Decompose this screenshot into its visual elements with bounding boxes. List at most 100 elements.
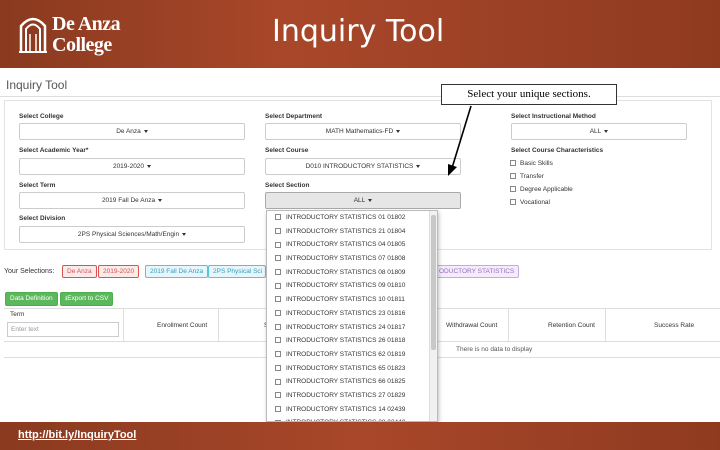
section-options: INTRODUCTORY STATISTICS 01 01802 INTRODUC… [267, 211, 437, 421]
section-option[interactable]: INTRODUCTORY STATISTICS 65 01823 [267, 362, 437, 376]
logo-line1: De Anza [52, 13, 121, 35]
dropdown-scrollbar[interactable] [429, 211, 437, 421]
scrollbar-thumb[interactable] [431, 215, 436, 350]
selection-chip-year[interactable]: 2019-2020 [98, 265, 140, 278]
division-select[interactable]: 2PS Physical Sciences/Math/Engin [19, 226, 245, 243]
section-option[interactable]: INTRODUCTORY STATISTICS 14 02439 [267, 403, 437, 417]
checkbox-icon[interactable] [275, 255, 281, 262]
section-option-label: INTRODUCTORY STATISTICS 24 01817 [286, 323, 406, 331]
checkbox-icon[interactable] [510, 160, 516, 167]
instructional-method-label: Select Instructional Method [511, 113, 596, 120]
checkbox-vocational[interactable]: Vocational [510, 199, 550, 206]
section-option-label: INTRODUCTORY STATISTICS 21 01804 [286, 227, 406, 235]
section-option-label: INTRODUCTORY STATISTICS 04 01805 [286, 241, 406, 249]
section-option[interactable]: INTRODUCTORY STATISTICS 09 01810 [267, 279, 437, 293]
column-divider [123, 309, 124, 341]
checkbox-icon[interactable] [510, 199, 516, 206]
selection-chip-term[interactable]: 2019 Fall De Anza [145, 265, 209, 278]
section-option-label: INTRODUCTORY STATISTICS 08 01809 [286, 268, 406, 276]
academic-year-select[interactable]: 2019-2020 [19, 158, 245, 175]
selection-chip-college[interactable]: De Anza [62, 265, 97, 278]
section-option[interactable]: INTRODUCTORY STATISTICS 26 01818 [267, 334, 437, 348]
checkbox-icon[interactable] [275, 405, 281, 412]
department-select[interactable]: MATH Mathematics-FD [265, 123, 461, 140]
instructional-method-select[interactable]: ALL [511, 123, 687, 140]
page-title: Inquiry Tool [6, 78, 68, 92]
section-option-label: INTRODUCTORY STATISTICS 09 01810 [286, 282, 406, 290]
checkbox-icon[interactable] [275, 227, 281, 234]
checkbox-icon[interactable] [275, 241, 281, 248]
data-definition-button[interactable]: Data Definition [5, 292, 58, 306]
export-csv-button[interactable]: ⭳Export to CSV [60, 292, 114, 306]
checkbox-icon[interactable] [510, 173, 516, 180]
checkbox-icon[interactable] [275, 214, 281, 221]
section-option-label: INTRODUCTORY STATISTICS 14 02439 [286, 405, 406, 413]
college-select[interactable]: De Anza [19, 123, 245, 140]
checkbox-icon[interactable] [275, 310, 281, 317]
checkbox-icon[interactable] [275, 323, 281, 330]
column-success-rate[interactable]: Success Rate [654, 322, 694, 329]
inquiry-tool-link[interactable]: http://bit.ly/InquiryTool [18, 429, 136, 441]
column-divider [218, 309, 219, 341]
checkbox-icon[interactable] [275, 364, 281, 371]
checkbox-icon[interactable] [275, 351, 281, 358]
section-option[interactable]: INTRODUCTORY STATISTICS 07 01808 [267, 252, 437, 266]
column-divider [605, 309, 606, 341]
no-data-message: There is no data to display [456, 346, 533, 353]
column-withdrawal-count[interactable]: Withdrawal Count [446, 322, 497, 329]
section-select[interactable]: ALL [265, 192, 461, 209]
checkbox-icon[interactable] [275, 392, 281, 399]
section-option[interactable]: INTRODUCTORY STATISTICS 27 01829 [267, 389, 437, 403]
checkbox-icon[interactable] [275, 269, 281, 276]
section-option-label: INTRODUCTORY STATISTICS 10 01811 [286, 296, 405, 304]
section-option[interactable]: INTRODUCTORY STATISTICS 23 01816 [267, 307, 437, 321]
column-divider [508, 309, 509, 341]
course-select[interactable]: D010 INTRODUCTORY STATISTICS [265, 158, 461, 175]
course-label: Select Course [265, 147, 309, 154]
section-option[interactable]: INTRODUCTORY STATISTICS 21 01804 [267, 225, 437, 239]
department-label: Select Department [265, 113, 323, 120]
course-characteristics-label: Select Course Characteristics [511, 147, 604, 154]
checkbox-icon[interactable] [275, 296, 281, 303]
section-option[interactable]: INTRODUCTORY STATISTICS 10 01811 [267, 293, 437, 307]
term-filter-label: Select Term [19, 182, 56, 189]
term-filter-input[interactable]: Enter text [7, 322, 119, 337]
selection-chip-course[interactable]: ODUCTORY STATISTICS [434, 265, 520, 278]
section-dropdown-list[interactable]: INTRODUCTORY STATISTICS 01 01802 INTRODUC… [266, 210, 438, 422]
checkbox-icon[interactable] [275, 337, 281, 344]
term-column-label: Term [10, 311, 25, 318]
selection-chip-division[interactable]: 2PS Physical Sci [208, 265, 266, 278]
academic-year-label: Select Academic Year* [19, 147, 89, 154]
section-label: Select Section [265, 182, 310, 189]
section-option-label: INTRODUCTORY STATISTICS 66 01825 [286, 378, 406, 386]
section-option-label: INTRODUCTORY STATISTICS 07 01808 [286, 255, 406, 263]
section-option-label: INTRODUCTORY STATISTICS 65 01823 [286, 364, 406, 372]
checkbox-icon[interactable] [510, 186, 516, 193]
section-option[interactable]: INTRODUCTORY STATISTICS 24 01817 [267, 321, 437, 335]
column-retention-count[interactable]: Retention Count [548, 322, 595, 329]
logo-line2: College [52, 34, 112, 56]
banner-title: Inquiry Tool [272, 14, 445, 49]
section-option[interactable]: INTRODUCTORY STATISTICS 01 01802 [267, 211, 437, 225]
callout-box: Select your unique sections. [441, 84, 617, 105]
section-option-label: INTRODUCTORY STATISTICS 01 01802 [286, 214, 406, 221]
checkbox-icon[interactable] [275, 378, 281, 385]
section-option[interactable]: INTRODUCTORY STATISTICS 66 01825 [267, 375, 437, 389]
section-option-label: INTRODUCTORY STATISTICS 27 01829 [286, 391, 406, 399]
selections-label: Your Selections: [4, 268, 55, 275]
section-option[interactable]: INTRODUCTORY STATISTICS 62 01819 [267, 348, 437, 362]
callout-arrow-icon [448, 105, 472, 176]
section-option-label: INTRODUCTORY STATISTICS 62 01819 [286, 350, 406, 358]
division-label: Select Division [19, 215, 66, 222]
checkbox-basic-skills[interactable]: Basic Skills [510, 160, 553, 167]
header-banner: De Anza College Inquiry Tool [0, 0, 720, 68]
section-option[interactable]: INTRODUCTORY STATISTICS 04 01805 [267, 238, 437, 252]
section-option-label: INTRODUCTORY STATISTICS 26 01818 [286, 337, 406, 345]
term-select[interactable]: 2019 Fall De Anza [19, 192, 245, 209]
checkbox-degree-applicable[interactable]: Degree Applicable [510, 186, 573, 193]
checkbox-transfer[interactable]: Transfer [510, 173, 544, 180]
section-option[interactable]: INTRODUCTORY STATISTICS 08 01809 [267, 266, 437, 280]
section-option-label: INTRODUCTORY STATISTICS 23 01816 [286, 309, 406, 317]
checkbox-icon[interactable] [275, 282, 281, 289]
column-enrollment-count[interactable]: Enrollment Count [157, 322, 207, 329]
